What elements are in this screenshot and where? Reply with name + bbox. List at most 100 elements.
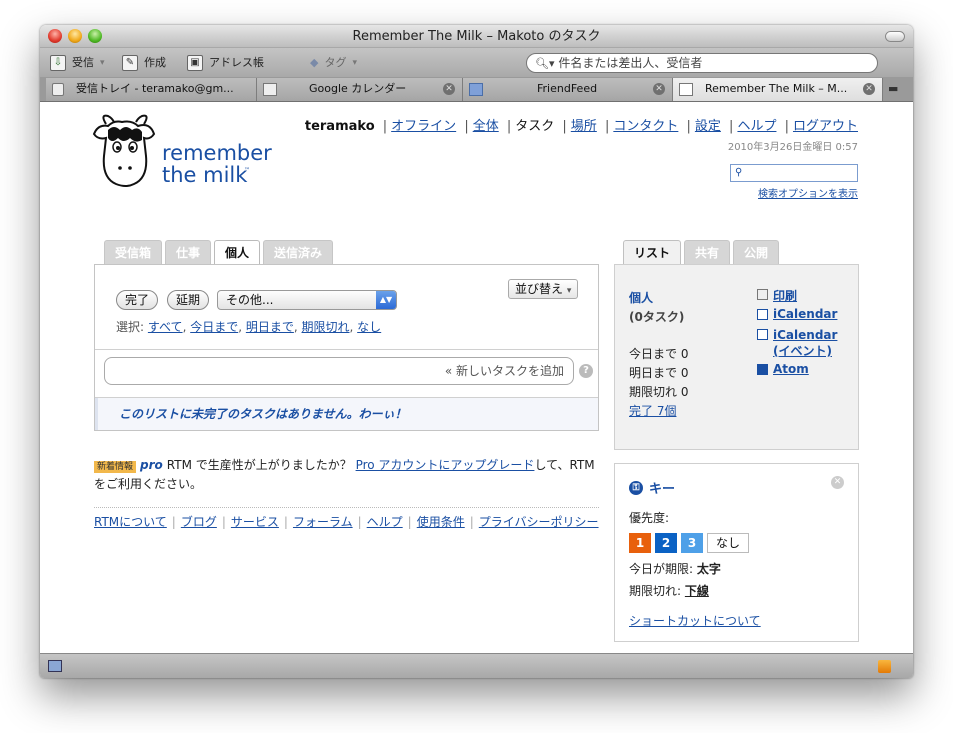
priority-1-badge: 1 [629, 533, 651, 553]
overdue-count: 期限切れ 0 [629, 385, 689, 399]
select-arrow-icon: ▲▼ [376, 291, 396, 309]
tab-work-list[interactable]: 仕事 [165, 240, 212, 264]
chevron-down-icon: ▾ [566, 286, 572, 296]
icalendar-link[interactable]: iCalendar [757, 307, 837, 321]
select-all-link[interactable]: すべて [148, 320, 183, 334]
postpone-button[interactable]: 延期 [167, 290, 210, 310]
title-bar: Remember The Milk – Makoto のタスク [40, 25, 913, 48]
logo-text-remember: remember [162, 141, 272, 165]
addressbook-button[interactable]: ▣ アドレス帳 [187, 54, 264, 72]
receive-button[interactable]: ⇩ 受信 ▾ [50, 54, 105, 72]
priority-3-badge: 3 [681, 533, 703, 553]
help-icon[interactable]: ? [579, 364, 593, 378]
close-icon[interactable]: ✕ [831, 476, 844, 489]
rss-icon[interactable] [878, 660, 891, 673]
status-bar [40, 653, 913, 678]
network-status-icon[interactable] [48, 660, 62, 672]
compose-button[interactable]: ✎ 作成 [122, 54, 166, 72]
task-search-input[interactable]: ⚲ [730, 164, 858, 182]
mail-search-input[interactable]: 🔍︎▾ 件名または差出人、受信者 [526, 53, 878, 73]
toolbar-toggle-button[interactable] [885, 31, 905, 42]
upgrade-pro-link[interactable]: Pro アカウントにアップグレード [356, 458, 535, 472]
close-window-button[interactable] [48, 29, 62, 43]
priority-none-badge: なし [707, 533, 749, 553]
logo-text-the-milk: the milk [162, 163, 248, 187]
friendfeed-icon [469, 83, 483, 96]
list-task-count: (0タスク) [629, 310, 685, 324]
tab-friendfeed[interactable]: FriendFeed ✕ [463, 78, 673, 101]
nav-logout[interactable]: ログアウト [793, 119, 858, 134]
tab-personal-list[interactable]: 個人 [214, 240, 261, 265]
zoom-window-button[interactable] [88, 29, 102, 43]
footer-terms-link[interactable]: 使用条件 [417, 515, 465, 529]
browser-window: Remember The Milk – Makoto のタスク ⇩ 受信 ▾ ✎… [40, 25, 913, 678]
nav-offline[interactable]: オフライン [391, 119, 456, 134]
footer-forum-link[interactable]: フォーラム [293, 515, 353, 529]
footer-links: RTMについて | ブログ | サービス | フォーラム | ヘルプ | 使用条件 | プライバシーポリ… [94, 507, 599, 530]
completed-link[interactable]: 完了 7個 [629, 402, 676, 419]
nav-help[interactable]: ヘルプ [737, 119, 776, 134]
nav-contacts[interactable]: コンタクト [613, 119, 678, 134]
tab-remember-the-milk[interactable]: Remember The Milk – M... ✕ [673, 78, 883, 101]
select-due-today-link[interactable]: 今日まで [190, 320, 238, 334]
top-navigation: teramako | オフライン | 全体 | タスク | 場所 | コンタクト | 設定 … [304, 119, 858, 134]
shortcuts-link[interactable]: ショートカットについて [629, 612, 761, 629]
close-tab-icon[interactable]: ✕ [443, 83, 455, 95]
overdue-key: 期限切れ: 下線 [629, 584, 709, 598]
select-overdue-link[interactable]: 期限切れ [302, 320, 350, 334]
more-actions-select[interactable]: その他... ▲▼ [217, 290, 397, 310]
nav-settings[interactable]: 設定 [695, 119, 721, 134]
select-due-tomorrow-link[interactable]: 明日まで [246, 320, 294, 334]
tab-inbox-list[interactable]: 受信箱 [104, 240, 163, 264]
footer-privacy-link[interactable]: プライバシーポリシー [479, 515, 599, 529]
tab-sent-list[interactable]: 送信済み [263, 240, 334, 264]
nav-tasks-current: タスク [515, 119, 555, 134]
empty-list-message: このリストに未完了のタスクはありません。わーぃ！ [95, 398, 598, 430]
footer-blog-link[interactable]: ブログ [181, 515, 217, 529]
calendar-icon [757, 309, 768, 320]
rtm-logo[interactable]: remember the milk ™ [92, 112, 282, 197]
list-info-panel: 個人 (0タスク) 今日まで 0 明日まで 0 期限切れ 0 完了 7個 印刷 … [614, 264, 859, 450]
tab-google-calendar[interactable]: Google カレンダー ✕ [257, 78, 463, 101]
sidebar-tabs: リスト 共有 公開 [623, 240, 780, 265]
footer-services-link[interactable]: サービス [231, 515, 279, 529]
close-tab-icon[interactable]: ✕ [863, 83, 875, 95]
icalendar-events-link[interactable]: iCalendar (イベント) [757, 327, 847, 359]
due-today-key: 今日が期限: 太字 [629, 562, 721, 576]
page-content: remember the milk ™ teramako | オフライン | 全体 … [40, 102, 913, 653]
tab-share[interactable]: 共有 [684, 240, 731, 264]
cow-icon [679, 83, 693, 96]
tab-inbox[interactable]: 受信トレイ - teramako@gm... [46, 78, 257, 101]
divider [95, 349, 598, 350]
printer-icon [757, 289, 768, 300]
close-tab-icon[interactable]: ✕ [653, 83, 665, 95]
tag-button[interactable]: ◆ タグ ▾ [310, 54, 357, 72]
tab-publish[interactable]: 公開 [733, 240, 780, 264]
username: teramako [304, 119, 375, 134]
window-title: Remember The Milk – Makoto のタスク [352, 29, 601, 44]
search-icon: 🔍︎▾ [535, 57, 555, 70]
minimize-window-button[interactable] [68, 29, 82, 43]
complete-button[interactable]: 完了 [116, 290, 159, 310]
chevron-down-icon[interactable]: ▾ [100, 54, 105, 72]
task-list-panel: 完了 延期 その他... ▲▼ 並び替え ▾ 選択: すべて, 今日まで, 明日… [94, 264, 599, 431]
priority-label: 優先度: [629, 511, 670, 525]
select-none-link[interactable]: なし [357, 320, 381, 334]
sort-button[interactable]: 並び替え ▾ [508, 279, 579, 299]
footer-help-link[interactable]: ヘルプ [367, 515, 403, 529]
tab-list-info[interactable]: リスト [623, 240, 682, 265]
addressbook-icon: ▣ [187, 55, 203, 71]
new-badge: 新着情報 [94, 461, 137, 473]
add-task-input[interactable]: « 新しいタスクを追加 [104, 357, 574, 385]
due-tomorrow-count: 明日まで 0 [629, 366, 689, 380]
nav-overview[interactable]: 全体 [473, 119, 499, 134]
promo-message: 新着情報 pro RTM で生産性が上がりましたか？ Pro アカウントにアップグレ… [94, 458, 595, 491]
footer-about-link[interactable]: RTMについて [94, 515, 167, 529]
atom-link[interactable]: Atom [757, 362, 809, 376]
print-link[interactable]: 印刷 [757, 287, 797, 304]
tab-list-icon[interactable]: ▬ [888, 82, 906, 96]
chevron-down-icon[interactable]: ▾ [352, 54, 357, 72]
pro-label: pro [140, 458, 163, 472]
nav-locations[interactable]: 場所 [571, 119, 597, 134]
search-options-link[interactable]: 検索オプションを表示 [758, 185, 858, 200]
